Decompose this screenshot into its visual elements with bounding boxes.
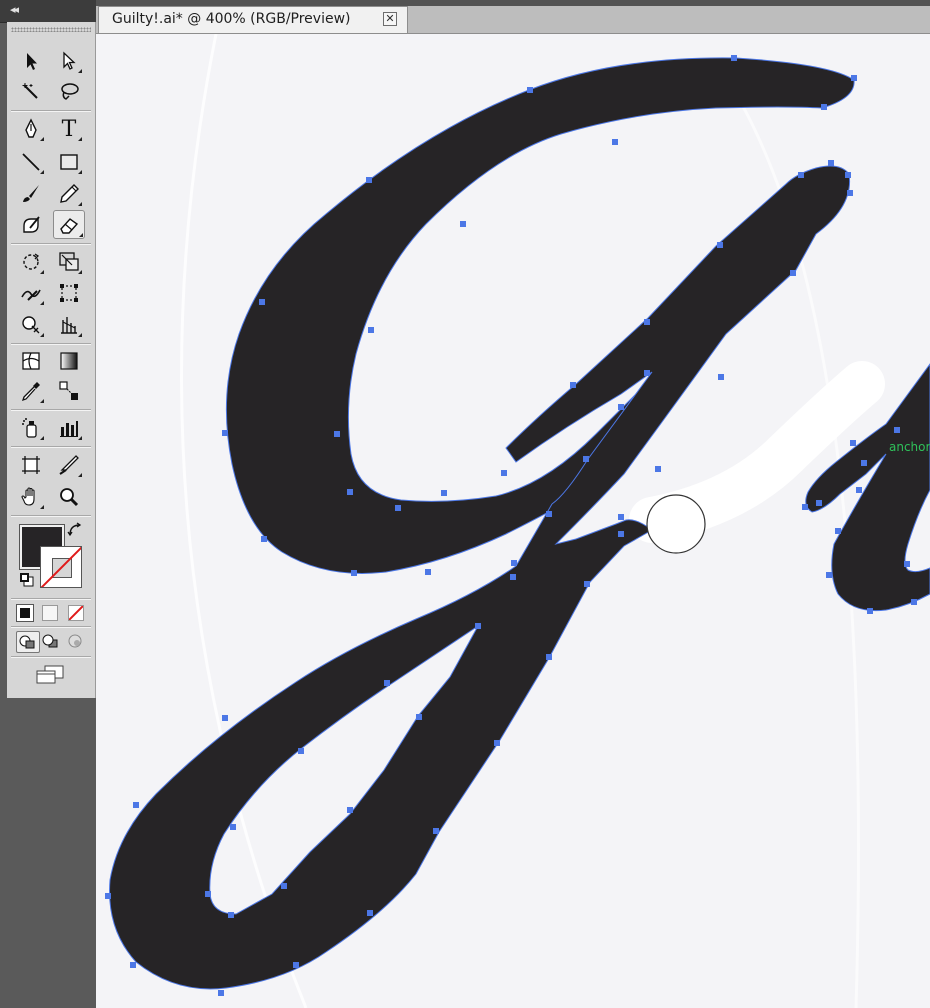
draw-inside-button[interactable] [65,631,87,651]
free-transform-icon [60,284,78,302]
paintbrush-tool[interactable] [17,181,45,207]
scale-tool[interactable] [55,249,83,275]
swap-fill-stroke-icon[interactable] [67,522,83,538]
mesh-icon [22,352,40,370]
gradient-icon [60,352,78,370]
change-screen-mode-button[interactable] [33,663,67,687]
rotate-tool[interactable] [17,249,45,275]
brush-icon [23,185,39,202]
tools-divider [11,598,91,600]
type-tool[interactable]: T [55,116,83,142]
tools-divider [11,243,91,245]
tools-divider [11,110,91,112]
color-mode-button[interactable] [16,604,34,622]
tools-divider [11,515,91,517]
symbol-sprayer-tool[interactable] [17,312,45,338]
artboard-canvas[interactable]: anchor [96,34,930,1008]
document-tab[interactable]: Guilty!.ai* @ 400% (RGB/Preview) ✕ [98,6,408,33]
eraser-cursor [646,494,706,554]
blob-brush-tool[interactable] [17,212,45,238]
tools-divider [11,446,91,448]
pencil-tool[interactable] [55,181,83,207]
blob-brush-icon [23,216,40,233]
glyph-g-stem [109,165,851,990]
blend-tool[interactable] [55,378,83,404]
tools-divider [11,343,91,345]
document-tab-title: Guilty!.ai* @ 400% (RGB/Preview) [112,11,351,27]
default-fill-stroke-icon[interactable] [19,572,35,588]
pen-tool[interactable] [17,116,45,142]
collapse-panel-icon[interactable]: ◂◂ [10,3,19,16]
panel-grip[interactable] [11,27,91,32]
artwork [105,34,930,1008]
direct-selection-tool[interactable] [55,48,83,74]
blend-icon [59,381,78,400]
document-tab-bar: Guilty!.ai* @ 400% (RGB/Preview) ✕ [96,6,930,34]
draw-normal-icon [19,635,35,649]
smart-guide-anchor-label: anchor [889,440,930,454]
artboard-tool[interactable] [17,452,45,478]
lasso-tool[interactable] [55,79,83,105]
mesh-tool[interactable] [17,348,45,374]
warp-tool[interactable] [17,280,45,306]
gradient-tool[interactable] [55,348,83,374]
tools-divider [11,656,91,658]
free-transform-tool[interactable] [55,280,83,306]
zoom-tool[interactable] [55,484,83,510]
line-segment-tool[interactable] [17,149,45,175]
color-square-icon [20,608,30,618]
artboard-icon [22,456,40,474]
tools-divider [11,409,91,411]
lasso-icon [61,83,79,100]
rectangle-tool[interactable] [55,149,83,175]
magnifier-icon [60,488,79,507]
none-mode-button[interactable] [68,605,84,621]
magic-wand-icon [22,83,38,99]
tools-divider [11,626,91,628]
draw-behind-icon [42,634,58,648]
arrow-icon [27,53,37,70]
column-graph-tool[interactable] [55,312,83,338]
screen-mode-icon [36,665,64,684]
draw-behind-button[interactable] [40,631,62,651]
symbol-sprayer-2-tool[interactable] [17,415,45,441]
tools-panel-header[interactable]: ◂◂ [0,0,96,23]
none-slash-icon [69,606,83,620]
stroke-color-swatch[interactable] [40,546,82,588]
selection-tool[interactable] [17,48,45,74]
tools-panel: ◂◂ T [0,0,96,1008]
eyedropper-tool[interactable] [17,378,45,404]
close-tab-icon[interactable]: ✕ [383,12,397,26]
tools-panel-body: T [7,22,96,698]
hand-tool[interactable] [17,484,45,510]
draw-inside-icon [68,634,82,648]
slice-tool[interactable] [55,452,83,478]
draw-normal-button[interactable] [16,631,40,653]
magic-wand-tool[interactable] [17,79,45,105]
eraser-tool[interactable] [53,210,85,239]
bar-graph-tool[interactable] [55,415,83,441]
gradient-mode-button[interactable] [42,605,58,621]
